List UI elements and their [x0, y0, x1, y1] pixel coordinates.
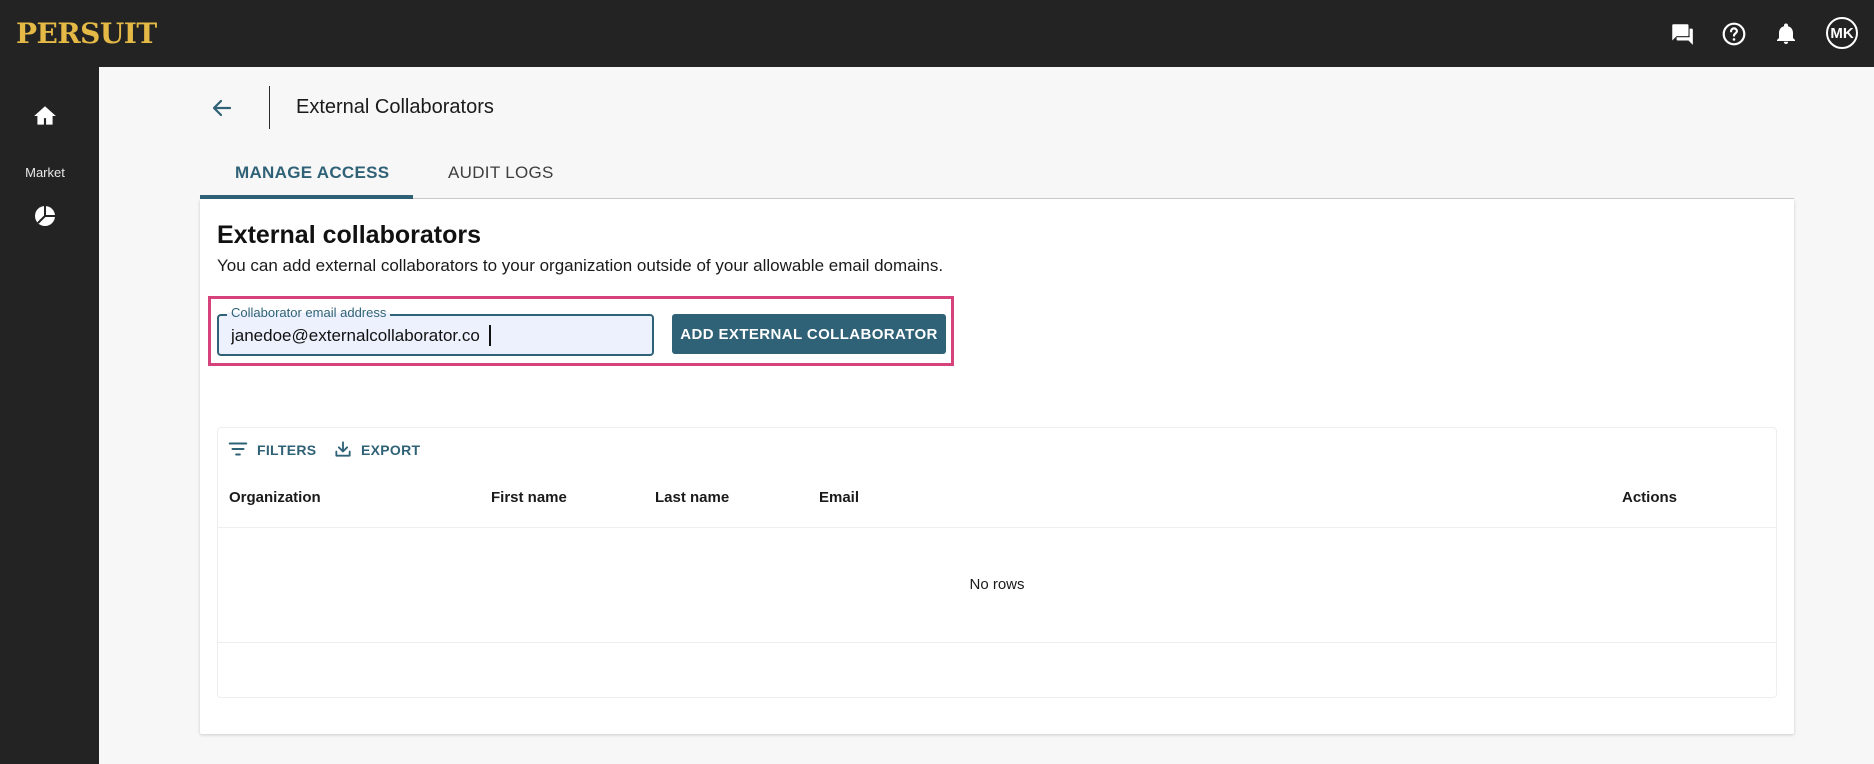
section-title: External collaborators — [217, 221, 481, 249]
chat-icon[interactable] — [1666, 18, 1698, 50]
column-header-first-name[interactable]: First name — [491, 489, 567, 506]
footer-divider — [218, 642, 1776, 643]
header-row-divider — [218, 527, 1776, 528]
notifications-icon[interactable] — [1770, 18, 1802, 50]
user-avatar[interactable]: MK — [1826, 17, 1858, 49]
column-header-organization[interactable]: Organization — [229, 489, 321, 506]
filters-button[interactable]: FILTERS — [227, 440, 316, 460]
download-icon — [333, 439, 353, 462]
column-header-email[interactable]: Email — [819, 489, 859, 506]
persuit-logo[interactable]: PERSUIT — [16, 17, 157, 50]
export-button[interactable]: EXPORT — [333, 440, 420, 460]
export-label: EXPORT — [361, 442, 421, 458]
page-title: External Collaborators — [296, 96, 494, 118]
sidebar: Market — [0, 67, 99, 764]
tab-manage-access[interactable]: MANAGE ACCESS — [235, 163, 389, 183]
home-icon[interactable] — [31, 102, 59, 130]
column-header-actions[interactable]: Actions — [1622, 489, 1677, 506]
filter-icon — [227, 438, 249, 463]
header-divider — [269, 86, 270, 129]
section-description: You can add external collaborators to yo… — [217, 256, 944, 275]
collaborators-table — [217, 427, 1777, 698]
empty-state-text: No rows — [969, 576, 1025, 593]
column-header-last-name[interactable]: Last name — [655, 489, 729, 506]
sidebar-item-market-label: Market — [25, 165, 65, 180]
top-bar: PERSUIT MK — [0, 0, 1874, 67]
back-arrow-icon[interactable] — [208, 94, 236, 122]
filters-label: FILTERS — [257, 442, 317, 458]
help-icon[interactable] — [1718, 18, 1750, 50]
market-icon[interactable] — [31, 202, 59, 230]
tab-audit-logs[interactable]: AUDIT LOGS — [448, 163, 554, 183]
highlight-box — [208, 296, 954, 366]
